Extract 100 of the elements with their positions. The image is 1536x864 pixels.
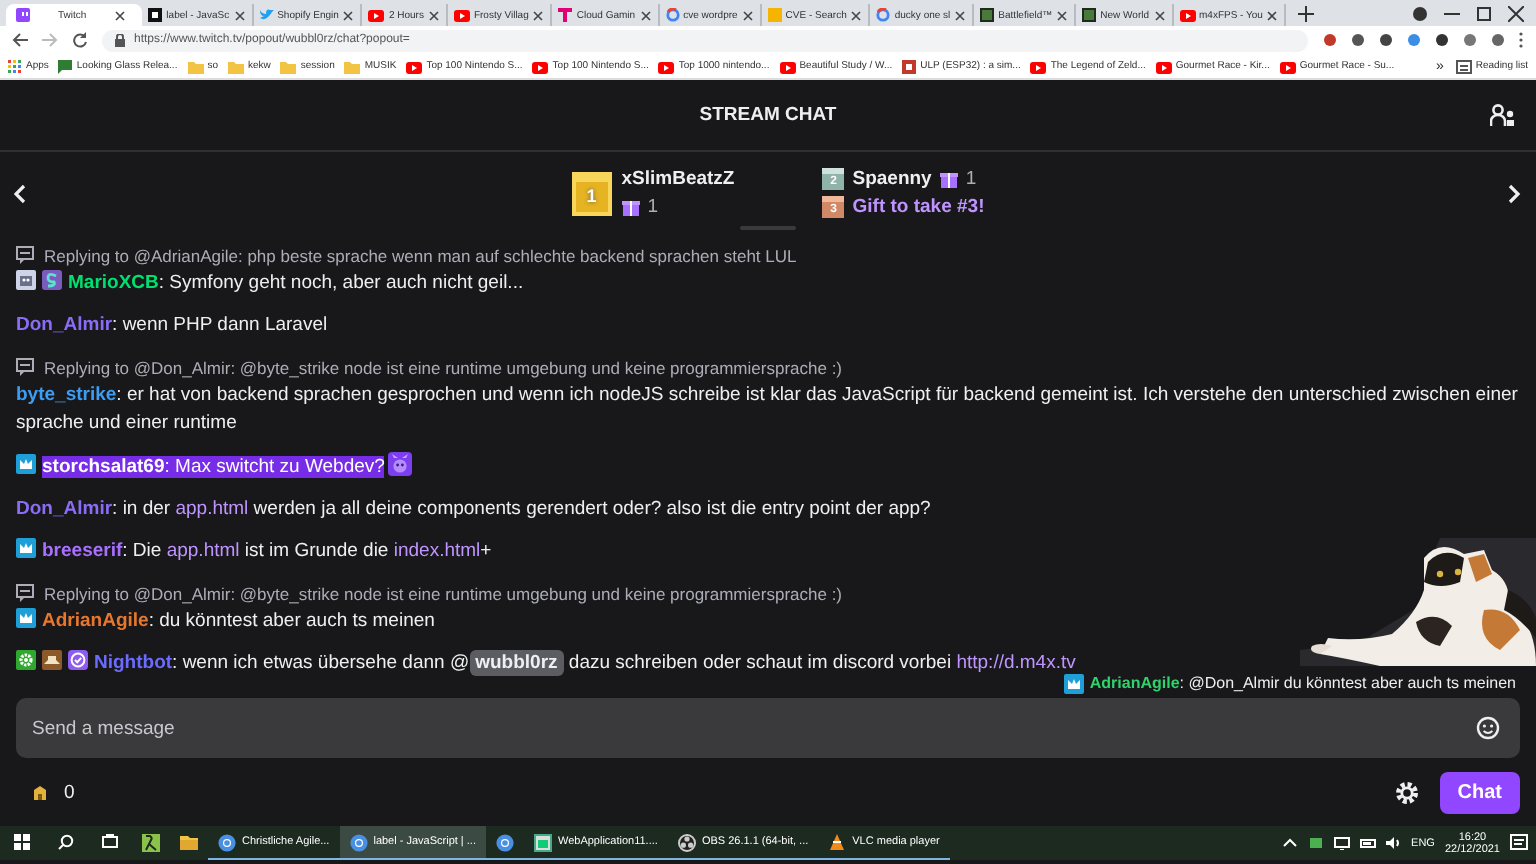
reply-context: Replying to @Don_Almir: @byte_strike node ist eine runtime umgebung und keine programmiersprache :) <box>44 355 843 381</box>
chat-message: AdrianAgile: du könntest aber auch ts meinen <box>42 609 435 631</box>
chat-message: Nightbot: wenn ich etwas übersehe dann @ wubbl0rz dazu schreiben oder schaut im discord vorbei http://d.m4x.tv <box>94 649 1076 675</box>
play-icon <box>453 8 470 22</box>
close-icon[interactable] <box>1153 9 1165 21</box>
apps-icon <box>8 59 22 73</box>
close-icon[interactable] <box>741 9 754 21</box>
link[interactable]: http://d.m4x.tv <box>956 651 1076 673</box>
menu-icon[interactable] <box>1518 32 1524 48</box>
notifications-icon[interactable] <box>1510 834 1528 852</box>
gifter-name: Spaenny <box>852 168 932 190</box>
close-icon[interactable] <box>342 9 355 21</box>
close-icon[interactable] <box>1056 9 1069 21</box>
play-icon <box>1279 59 1296 73</box>
chat-message: AdrianAgile: @Don_Almir du könntest aber auch ts meinen <box>1089 672 1516 696</box>
close-icon[interactable] <box>1508 5 1524 21</box>
chat-username[interactable]: AdrianAgile <box>1089 674 1180 692</box>
swirl-icon <box>42 269 62 289</box>
close-icon[interactable] <box>532 9 545 21</box>
gear-icon <box>16 649 36 669</box>
plus-icon[interactable] <box>1298 6 1315 22</box>
gift-count: 1 <box>965 168 977 190</box>
circle-logo-icon <box>677 833 696 851</box>
gift-prompt[interactable]: Gift to take #3! <box>852 196 985 218</box>
browser-icon <box>495 833 514 851</box>
windows-icon[interactable] <box>14 834 30 850</box>
link[interactable]: app.html <box>175 497 249 519</box>
chat-username[interactable]: Don_Almir <box>16 313 113 335</box>
folder-icon <box>180 833 198 851</box>
back-icon[interactable] <box>12 32 28 48</box>
task-view-icon[interactable] <box>102 834 118 850</box>
browser-icon <box>349 833 368 851</box>
twitch-icon <box>16 8 30 22</box>
chat-username[interactable]: breeserif <box>42 539 123 561</box>
play-icon <box>1179 8 1195 22</box>
gift-rank-badge: 1 <box>571 171 612 215</box>
chat-title: STREAM CHAT <box>699 104 837 126</box>
play-icon <box>532 59 549 73</box>
battery-icon[interactable] <box>1359 836 1376 850</box>
monitor-icon[interactable] <box>1333 836 1350 850</box>
chip-icon <box>902 59 917 73</box>
link[interactable]: index.html <box>393 539 481 561</box>
crown-icon <box>16 607 36 627</box>
channel-points[interactable]: 0 <box>32 781 75 803</box>
mention[interactable]: wubbl0rz <box>469 649 564 675</box>
close-icon[interactable] <box>114 9 127 21</box>
app-tray-icon[interactable] <box>1307 836 1324 850</box>
gift-icon <box>939 170 958 188</box>
game-icon <box>980 8 995 22</box>
chat-button[interactable]: Chat <box>1439 771 1520 813</box>
gift-icon <box>621 198 640 216</box>
close-icon[interactable] <box>639 9 652 21</box>
chat-message: Don_Almir: in der app.html werden ja all deine components gerendert oder? also ist die entry point der app? <box>16 497 931 519</box>
crown-icon <box>16 537 36 557</box>
chat-username[interactable]: Don_Almir <box>16 497 113 519</box>
browser-icon <box>218 833 236 851</box>
account-icon[interactable] <box>1412 5 1428 21</box>
logo-icon <box>558 8 573 22</box>
cone-icon <box>828 833 847 851</box>
reload-icon[interactable] <box>72 32 88 48</box>
chevron-up-icon[interactable] <box>1281 836 1298 850</box>
settings-icon[interactable] <box>1393 779 1420 805</box>
close-icon[interactable] <box>233 9 246 21</box>
folder-icon <box>344 59 361 73</box>
list-icon <box>1455 59 1472 73</box>
cat-emote-icon <box>388 451 413 475</box>
window-icon <box>533 833 552 851</box>
speaker-icon[interactable] <box>1385 836 1402 850</box>
close-icon[interactable] <box>954 9 967 21</box>
chat-message: Don_Almir: wenn PHP dann Laravel <box>16 313 328 335</box>
search-icon[interactable] <box>58 834 74 850</box>
chat-username[interactable]: MarioXCB <box>68 271 159 293</box>
reply-icon <box>16 358 34 376</box>
close-icon[interactable] <box>850 9 863 21</box>
emoji-icon[interactable] <box>1476 716 1500 740</box>
maximize-icon[interactable] <box>1476 5 1492 21</box>
ring-icon <box>876 8 891 22</box>
chat-username[interactable]: AdrianAgile <box>42 609 149 631</box>
chat-username[interactable]: Nightbot <box>94 651 173 673</box>
crown-icon <box>16 453 36 473</box>
users-icon[interactable] <box>1490 104 1516 128</box>
square-icon <box>767 8 782 22</box>
play-icon <box>1030 59 1047 73</box>
bird-icon <box>259 8 274 22</box>
chat-username[interactable]: storchsalat69 <box>42 455 165 477</box>
close-icon[interactable] <box>1266 9 1279 21</box>
folder-icon <box>280 59 297 73</box>
ring-icon <box>665 8 680 22</box>
play-icon <box>406 59 423 73</box>
chat-message: storchsalat69: Max switcht zu Webdev? <box>42 455 385 477</box>
reply-context: Replying to @AdrianAgile: php beste sprache wenn man auf schlechte backend sprachen steht LUL <box>44 243 797 269</box>
chat-message: MarioXCB: Symfony geht noch, aber auch nicht geil... <box>68 271 524 293</box>
link[interactable]: app.html <box>166 539 240 561</box>
gift-count: 1 <box>647 196 659 218</box>
message-input[interactable]: Send a message <box>16 698 1520 758</box>
chevron-right-icon[interactable] <box>1508 183 1522 203</box>
close-icon[interactable] <box>427 9 440 21</box>
chevron-left-icon[interactable] <box>14 183 28 203</box>
play-icon <box>779 59 796 73</box>
chat-username[interactable]: byte_strike <box>16 383 117 405</box>
